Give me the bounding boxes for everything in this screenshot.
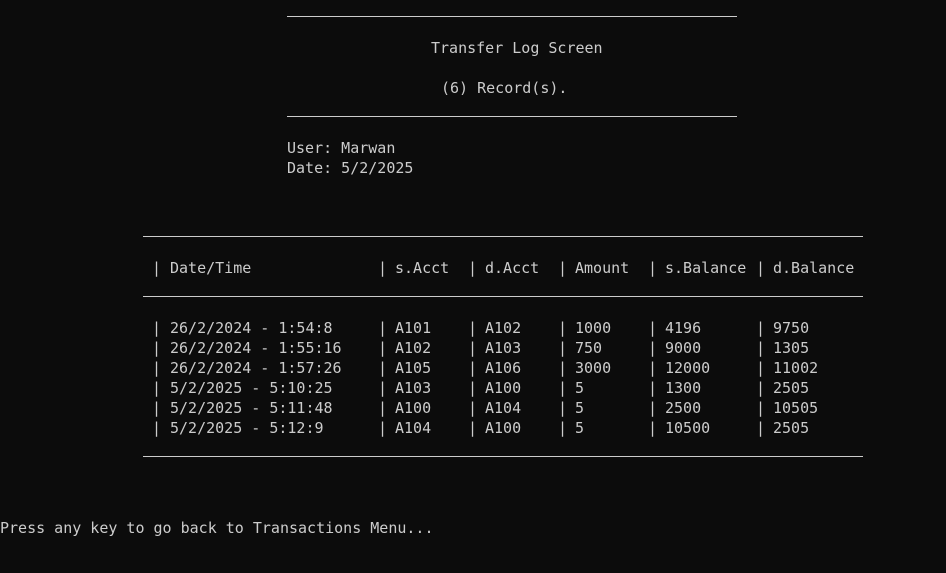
column-separator: | bbox=[378, 379, 388, 397]
cell-d-acct: A106 bbox=[485, 359, 522, 377]
cell-s-balance: 2500 bbox=[665, 399, 702, 417]
column-header-d-acct: d.Acct bbox=[485, 259, 540, 277]
column-separator: | bbox=[468, 419, 478, 437]
cell-amount: 5 bbox=[575, 399, 585, 417]
cell-date-time: 5/2/2025 - 5:10:25 bbox=[170, 379, 333, 397]
column-separator: | bbox=[558, 339, 568, 357]
screen-title: Transfer Log Screen bbox=[431, 39, 603, 57]
column-separator: | bbox=[378, 259, 388, 277]
column-separator: | bbox=[558, 399, 568, 417]
column-header-date-time: Date/Time bbox=[170, 259, 252, 277]
cell-d-acct: A100 bbox=[485, 419, 522, 437]
cell-d-acct: A103 bbox=[485, 339, 522, 357]
cell-s-balance: 4196 bbox=[665, 319, 702, 337]
column-separator: | bbox=[648, 319, 658, 337]
cell-d-balance: 10505 bbox=[773, 399, 819, 417]
header-bottom-rule bbox=[287, 116, 737, 117]
column-separator: | bbox=[756, 259, 766, 277]
column-separator: | bbox=[756, 399, 766, 417]
cell-amount: 1000 bbox=[575, 319, 612, 337]
cell-d-acct: A102 bbox=[485, 319, 522, 337]
column-separator: | bbox=[378, 319, 388, 337]
column-separator: | bbox=[468, 259, 478, 277]
cell-d-acct: A100 bbox=[485, 379, 522, 397]
cell-s-acct: A104 bbox=[395, 419, 432, 437]
column-separator: | bbox=[558, 259, 568, 277]
date-label: Date: 5/2/2025 bbox=[287, 159, 414, 177]
column-separator: | bbox=[152, 359, 162, 377]
cell-s-acct: A100 bbox=[395, 399, 432, 417]
cell-d-balance: 1305 bbox=[773, 339, 810, 357]
cell-s-balance: 12000 bbox=[665, 359, 711, 377]
cell-date-time: 5/2/2025 - 5:12:9 bbox=[170, 419, 324, 437]
cell-date-time: 26/2/2024 - 1:55:16 bbox=[170, 339, 342, 357]
column-separator: | bbox=[152, 399, 162, 417]
column-separator: | bbox=[756, 379, 766, 397]
column-separator: | bbox=[756, 339, 766, 357]
column-separator: | bbox=[648, 359, 658, 377]
column-separator: | bbox=[152, 339, 162, 357]
cell-d-acct: A104 bbox=[485, 399, 522, 417]
cell-amount: 5 bbox=[575, 379, 585, 397]
column-separator: | bbox=[648, 399, 658, 417]
cell-amount: 750 bbox=[575, 339, 603, 357]
cell-s-balance: 9000 bbox=[665, 339, 702, 357]
column-separator: | bbox=[152, 379, 162, 397]
column-separator: | bbox=[756, 419, 766, 437]
table-bottom-rule bbox=[143, 456, 863, 457]
column-separator: | bbox=[558, 359, 568, 377]
cell-d-balance: 2505 bbox=[773, 419, 810, 437]
column-separator: | bbox=[648, 419, 658, 437]
cell-s-balance: 10500 bbox=[665, 419, 711, 437]
column-separator: | bbox=[152, 419, 162, 437]
cell-amount: 3000 bbox=[575, 359, 612, 377]
column-separator: | bbox=[648, 379, 658, 397]
table-header-rule bbox=[143, 296, 863, 297]
column-separator: | bbox=[558, 379, 568, 397]
column-header-s-balance: s.Balance bbox=[665, 259, 747, 277]
column-header-s-acct: s.Acct bbox=[395, 259, 450, 277]
column-separator: | bbox=[558, 319, 568, 337]
cell-d-balance: 11002 bbox=[773, 359, 819, 377]
cell-s-acct: A102 bbox=[395, 339, 432, 357]
cell-date-time: 5/2/2025 - 5:11:48 bbox=[170, 399, 333, 417]
cell-date-time: 26/2/2024 - 1:54:8 bbox=[170, 319, 333, 337]
column-separator: | bbox=[152, 319, 162, 337]
column-separator: | bbox=[378, 399, 388, 417]
header-top-rule bbox=[287, 16, 737, 17]
user-label: User: Marwan bbox=[287, 139, 396, 157]
cell-s-acct: A103 bbox=[395, 379, 432, 397]
cell-s-acct: A101 bbox=[395, 319, 432, 337]
column-separator: | bbox=[468, 319, 478, 337]
column-separator: | bbox=[558, 419, 568, 437]
column-separator: | bbox=[468, 339, 478, 357]
column-header-d-balance: d.Balance bbox=[773, 259, 855, 277]
column-separator: | bbox=[468, 359, 478, 377]
column-separator: | bbox=[468, 399, 478, 417]
cell-date-time: 26/2/2024 - 1:57:26 bbox=[170, 359, 342, 377]
column-separator: | bbox=[468, 379, 478, 397]
column-separator: | bbox=[648, 259, 658, 277]
column-separator: | bbox=[756, 319, 766, 337]
cell-d-balance: 2505 bbox=[773, 379, 810, 397]
column-header-amount: Amount bbox=[575, 259, 630, 277]
cell-s-balance: 1300 bbox=[665, 379, 702, 397]
table-top-rule bbox=[143, 236, 863, 237]
cell-d-balance: 9750 bbox=[773, 319, 810, 337]
cell-s-acct: A105 bbox=[395, 359, 432, 377]
column-separator: | bbox=[378, 339, 388, 357]
column-separator: | bbox=[152, 259, 162, 277]
column-separator: | bbox=[378, 419, 388, 437]
column-separator: | bbox=[378, 359, 388, 377]
press-any-key-prompt: Press any key to go back to Transactions… bbox=[0, 519, 434, 537]
column-separator: | bbox=[648, 339, 658, 357]
column-separator: | bbox=[756, 359, 766, 377]
record-count: (6) Record(s). bbox=[441, 79, 568, 97]
cell-amount: 5 bbox=[575, 419, 585, 437]
